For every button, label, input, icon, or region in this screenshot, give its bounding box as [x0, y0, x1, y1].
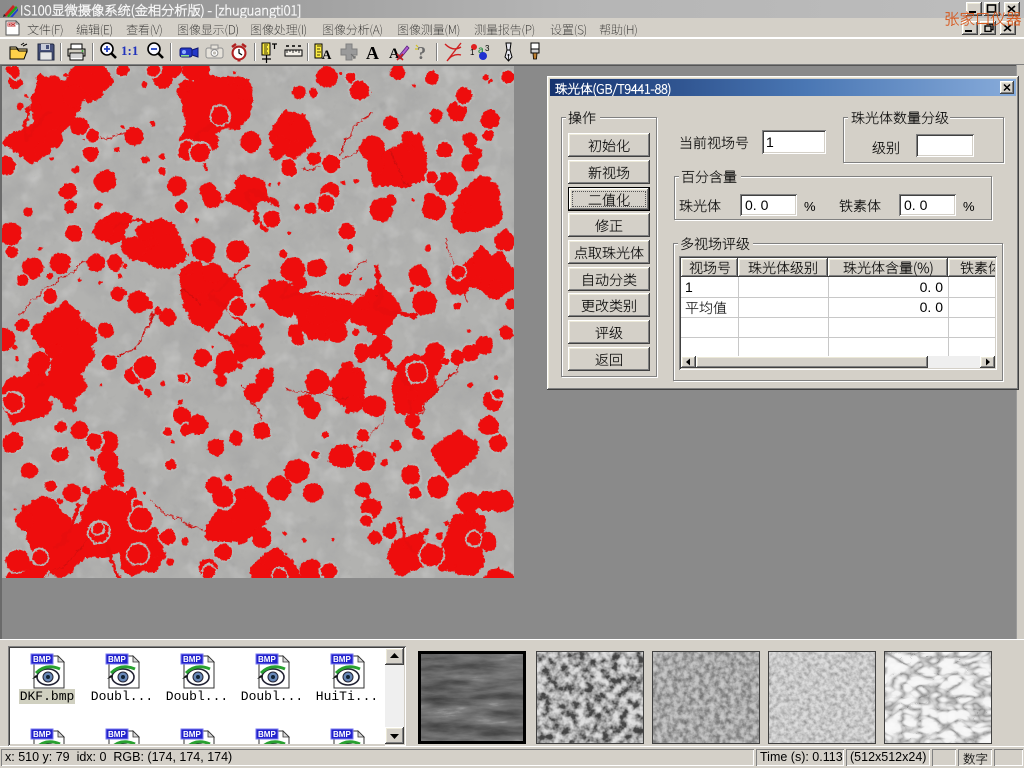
svg-text:BMP: BMP [108, 655, 126, 664]
svg-text:?: ? [417, 43, 426, 63]
svg-text:1: 1 [470, 48, 475, 57]
svg-text:BMP: BMP [33, 730, 51, 739]
svg-text:A: A [322, 47, 332, 62]
svg-text:BMP: BMP [183, 655, 201, 664]
svg-text:BMP: BMP [108, 730, 126, 739]
svg-text:BMP: BMP [183, 730, 201, 739]
svg-text:3: 3 [485, 44, 490, 53]
svg-text:A: A [366, 43, 379, 63]
svg-text:BMP: BMP [258, 655, 276, 664]
svg-text:BMP: BMP [33, 655, 51, 664]
svg-text:BMP: BMP [258, 730, 276, 739]
svg-text:DOC: DOC [8, 22, 19, 27]
svg-text:BMP: BMP [333, 655, 351, 664]
svg-text:BMP: BMP [333, 730, 351, 739]
